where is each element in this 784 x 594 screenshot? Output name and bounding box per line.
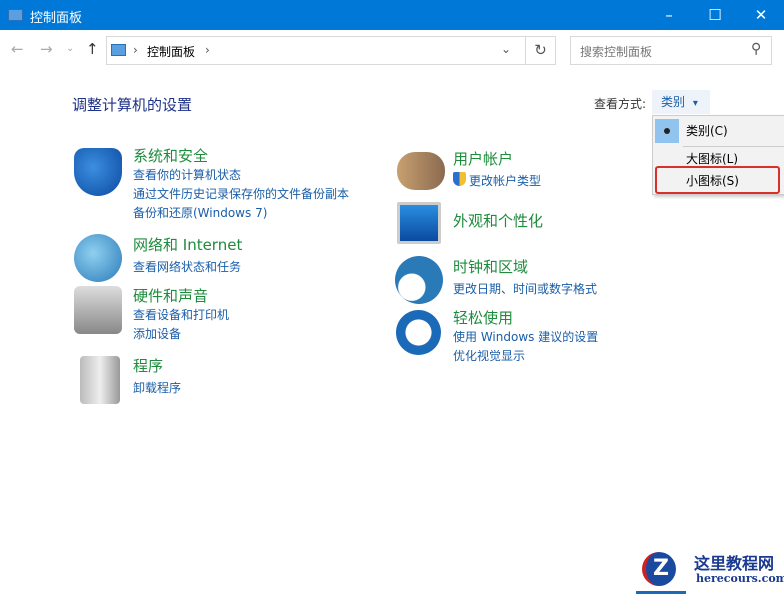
category-user-accounts[interactable]: 用户帐户 [453,148,513,169]
breadcrumb-control-panel[interactable]: 控制面板 [147,43,195,60]
category-programs[interactable]: 程序 [133,355,163,376]
category-clock-region[interactable]: 时钟和区域 [453,256,528,277]
menu-item-category[interactable]: 类别(C) [653,119,784,143]
search-input[interactable]: 搜索控制面板 ⚲ [570,36,772,65]
up-button[interactable]: ↑ [86,40,99,58]
link-devices-printers[interactable]: 查看设备和打印机 [133,306,229,323]
shield-icon [74,148,122,196]
back-button[interactable]: ← [11,40,24,58]
category-hardware-sound[interactable]: 硬件和声音 [133,285,208,306]
category-network-internet[interactable]: 网络和 Internet [133,234,242,255]
programs-icon [80,356,120,404]
link-change-account-type[interactable]: 更改帐户类型 [469,172,541,189]
minimize-button[interactable]: – [646,0,692,30]
category-ease-of-access[interactable]: 轻松使用 [453,307,513,328]
uac-shield-icon [453,172,466,186]
dropdown-arrow-icon: ▾ [692,98,698,109]
view-by-value: 类别 [661,95,686,109]
highlight-box [655,166,780,194]
user-accounts-icon [397,152,445,190]
refresh-button[interactable]: ↻ [525,36,556,65]
view-by-dropdown[interactable]: 类别 ▾ [652,90,710,114]
network-globe-icon [74,234,122,282]
forward-button[interactable]: → [40,40,53,58]
maximize-button[interactable]: ☐ [692,0,738,30]
appearance-monitor-icon [397,202,441,244]
title-bar: 控制面板 – ☐ ✕ [0,0,784,30]
watermark-logo: Z 这里教程网 herecours.com [636,548,784,594]
address-dropdown-button[interactable]: ⌄ [501,42,511,56]
page-title: 调整计算机的设置 [72,96,193,114]
category-system-security[interactable]: 系统和安全 [133,145,208,166]
search-placeholder: 搜索控制面板 [580,45,653,59]
breadcrumb-separator: › [133,43,138,57]
close-button[interactable]: ✕ [738,0,784,30]
search-icon[interactable]: ⚲ [751,41,761,57]
link-add-device[interactable]: 添加设备 [133,325,181,342]
category-appearance[interactable]: 外观和个性化 [453,210,543,231]
link-backup-restore[interactable]: 备份和还原(Windows 7) [133,204,267,221]
recent-locations-button[interactable]: ⌄ [66,43,74,54]
link-view-computer-status[interactable]: 查看你的计算机状态 [133,166,241,183]
printer-icon [74,286,122,334]
window-title: 控制面板 [30,11,83,26]
control-panel-icon [111,44,126,56]
clock-globe-icon [395,256,443,304]
address-bar[interactable]: › 控制面板 › ⌄ [106,36,526,65]
link-network-status[interactable]: 查看网络状态和任务 [133,258,241,275]
link-uninstall-program[interactable]: 卸载程序 [133,379,181,396]
link-file-history[interactable]: 通过文件历史记录保存你的文件备份副本 [133,185,349,202]
link-optimize-display[interactable]: 优化视觉显示 [453,347,525,364]
control-panel-icon [8,9,23,21]
link-change-date-time[interactable]: 更改日期、时间或数字格式 [453,280,597,297]
ease-of-access-icon [396,310,441,355]
breadcrumb-separator[interactable]: › [205,43,210,57]
link-recommended-settings[interactable]: 使用 Windows 建议的设置 [453,328,598,345]
view-by-label: 查看方式: [594,97,647,111]
